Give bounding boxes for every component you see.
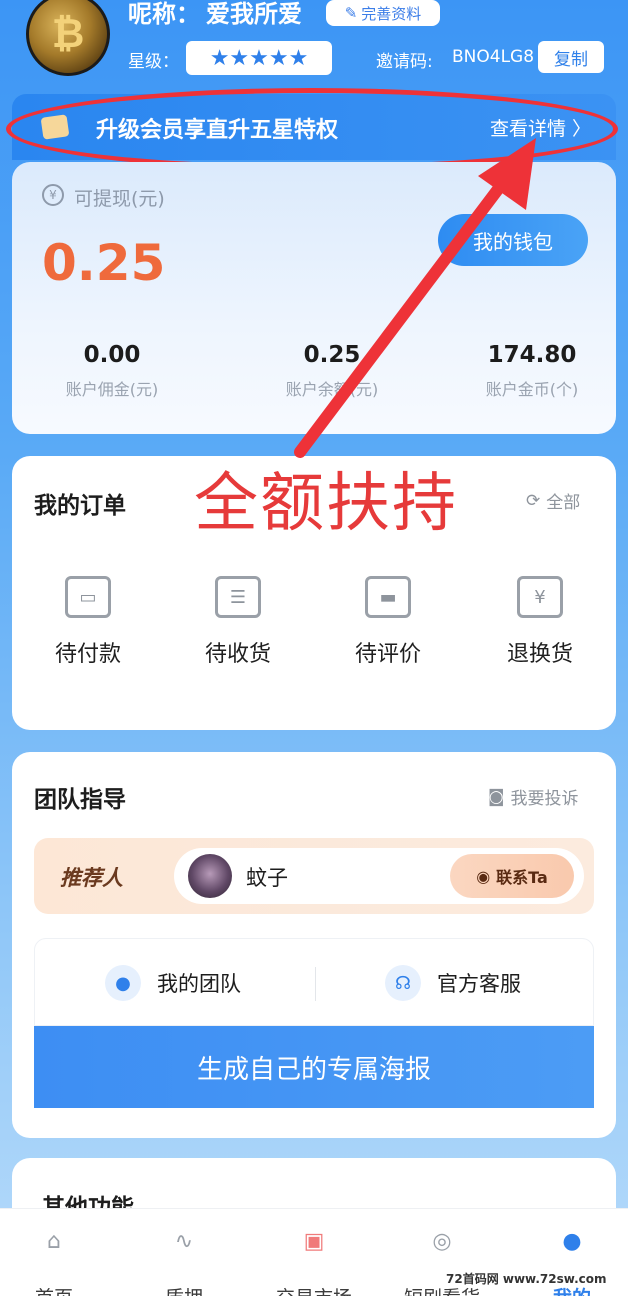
wechat-icon: ◉ xyxy=(476,866,491,886)
avatar[interactable]: ₿ xyxy=(26,0,110,76)
nickname-label: 呢称： xyxy=(128,0,200,28)
order-label: 待付款 xyxy=(54,642,121,667)
nav-home[interactable]: ⌂ 首页 xyxy=(0,1219,114,1296)
coin-icon: ¥ xyxy=(42,184,64,206)
stat-label: 账户金币(个) xyxy=(485,380,579,399)
stat-value: 0.00 xyxy=(83,342,141,368)
star-rating: ★★★★★ xyxy=(186,41,332,75)
complain-label: 我要投诉 xyxy=(510,789,579,809)
orders-title: 我的订单 xyxy=(34,493,126,519)
my-team-label: 我的团队 xyxy=(157,972,241,996)
complain-link[interactable]: ◙ 我要投诉 xyxy=(488,784,579,810)
referrer-avatar xyxy=(188,854,232,898)
order-label: 待收货 xyxy=(204,642,271,667)
all-orders-link[interactable]: ⟳ 全部 xyxy=(526,488,581,514)
all-orders-label: 全部 xyxy=(546,493,581,513)
contact-referrer-button[interactable]: ◉ 联系Ta xyxy=(450,854,574,898)
referrer-pill: 蚊子 ◉ 联系Ta xyxy=(174,848,584,904)
red-highlight-ellipse xyxy=(6,88,618,170)
home-icon: ⌂ xyxy=(47,1228,61,1254)
order-pending-payment[interactable]: ▭ 待付款 xyxy=(28,576,148,668)
box-icon: ☰ xyxy=(215,576,261,618)
edit-icon: ✎ xyxy=(344,4,358,22)
divider xyxy=(315,967,316,1001)
my-team-link[interactable]: ● 我的团队 xyxy=(105,965,241,1001)
nav-label: 首页 xyxy=(0,1283,114,1296)
invite-code-label: 邀请码: xyxy=(376,52,433,72)
edit-profile-button[interactable]: ✎ 完善资料 xyxy=(326,0,440,26)
stat-label: 账户佣金(元) xyxy=(65,380,159,399)
my-wallet-button[interactable]: 我的钱包 xyxy=(438,214,588,266)
stat-gold-coins[interactable]: 174.80 账户金币(个) xyxy=(432,342,628,400)
team-title: 团队指导 xyxy=(34,787,126,813)
pulse-icon: ∿ xyxy=(174,1228,194,1254)
invite-code: BNO4LG8 xyxy=(452,47,535,67)
nav-pledge[interactable]: ∿ 质押 xyxy=(124,1219,244,1296)
user-icon: ● xyxy=(105,965,141,1001)
stat-commission[interactable]: 0.00 账户佣金(元) xyxy=(12,342,212,400)
copy-button[interactable]: 复制 xyxy=(538,41,604,73)
referrer-box: 推荐人 蚊子 ◉ 联系Ta xyxy=(34,838,594,914)
shop-icon: ▣ xyxy=(303,1228,325,1254)
order-label: 待评价 xyxy=(354,642,421,667)
wallet-card: ¥ 可提现(元) 0.25 我的钱包 0.00 账户佣金(元) 0.25 账户余… xyxy=(12,162,616,434)
profile-header: ₿ 呢称： 爱我所爱 ✎ 完善资料 星级： ★★★★★ 邀请码: BNO4LG8… xyxy=(0,0,628,90)
complain-icon: ◙ xyxy=(488,786,505,807)
watermark: 72首码网 www.72sw.com xyxy=(446,1272,607,1286)
user-icon: ● xyxy=(562,1228,582,1254)
withdrawable-label: 可提现(元) xyxy=(74,188,165,210)
full-support-annotation: 全额扶持 xyxy=(194,467,458,541)
customer-service-link[interactable]: ☊ 官方客服 xyxy=(385,965,521,1001)
headset-icon: ☊ xyxy=(385,965,421,1001)
wallet-icon: ▭ xyxy=(65,576,111,618)
archive-icon: ▬ xyxy=(365,576,411,618)
referrer-label: 推荐人 xyxy=(60,866,123,890)
stat-value: 0.25 xyxy=(303,342,361,368)
stat-balance[interactable]: 0.25 账户余额(元) xyxy=(232,342,432,400)
play-icon: ◎ xyxy=(432,1228,452,1254)
referrer-name: 蚊子 xyxy=(246,866,288,890)
stat-value: 174.80 xyxy=(487,342,577,368)
team-links: ● 我的团队 ☊ 官方客服 xyxy=(34,938,594,1026)
order-pending-review[interactable]: ▬ 待评价 xyxy=(328,576,448,668)
nav-market[interactable]: ▣ 交易市场 xyxy=(254,1219,374,1296)
nickname: 爱我所爱 xyxy=(206,0,302,28)
order-label: 退换货 xyxy=(506,642,573,667)
star-level-label: 星级： xyxy=(128,52,179,72)
contact-label: 联系Ta xyxy=(496,868,548,887)
stat-label: 账户余额(元) xyxy=(285,380,379,399)
order-returns[interactable]: ¥ 退换货 xyxy=(480,576,600,668)
refresh-icon: ⟳ xyxy=(526,490,541,511)
generate-poster-button[interactable]: 生成自己的专属海报 xyxy=(34,1026,594,1108)
edit-profile-label: 完善资料 xyxy=(361,4,422,23)
nav-label: 质押 xyxy=(124,1283,244,1296)
order-pending-receipt[interactable]: ☰ 待收货 xyxy=(178,576,298,668)
withdrawable-amount: 0.25 xyxy=(42,234,166,292)
customer-service-label: 官方客服 xyxy=(437,972,521,996)
nav-label: 交易市场 xyxy=(254,1283,374,1296)
team-guidance-card: 团队指导 ◙ 我要投诉 推荐人 蚊子 ◉ 联系Ta ● 我的团队 ☊ 官方客服 … xyxy=(12,752,616,1138)
refund-icon: ¥ xyxy=(517,576,563,618)
